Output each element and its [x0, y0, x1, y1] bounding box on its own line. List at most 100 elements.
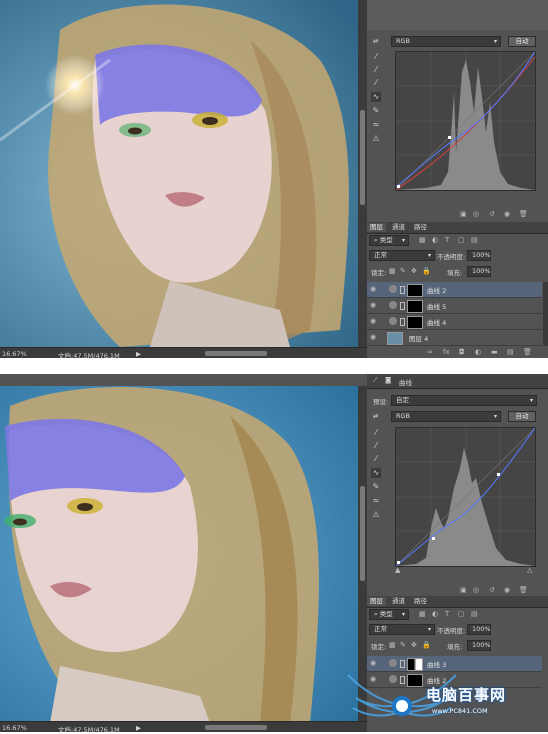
sample-white-eyedropper-icon[interactable]: ⁄: [371, 78, 381, 88]
layers-scrollbar[interactable]: [543, 282, 548, 346]
delete-icon[interactable]: 🗑: [519, 586, 528, 594]
pixel-filter-icon[interactable]: ▦: [419, 236, 426, 244]
canvas-vertical-scrollbar[interactable]: [358, 0, 367, 347]
status-arrow-icon[interactable]: ▶: [136, 350, 141, 358]
channel-select[interactable]: RGB ▾: [391, 411, 501, 422]
zoom-level[interactable]: 16.67%: [2, 724, 27, 732]
blend-mode-select[interactable]: 正常 ▾: [369, 624, 435, 635]
layer-mask-thumbnail[interactable]: [407, 316, 423, 329]
add-mask-icon[interactable]: ◘: [459, 348, 465, 356]
pixel-filter-icon[interactable]: ▦: [419, 610, 426, 618]
layer-row[interactable]: ◉ 图层 4: [367, 330, 542, 346]
white-point-slider-icon[interactable]: △: [527, 566, 532, 574]
layer-mask-thumbnail[interactable]: [407, 300, 423, 313]
sample-black-eyedropper-icon[interactable]: ⁄: [371, 428, 381, 438]
smooth-icon[interactable]: ≈: [371, 496, 381, 506]
black-point-slider-icon[interactable]: ▲: [395, 566, 400, 574]
document-canvas-top[interactable]: [0, 0, 358, 347]
lock-transparent-icon[interactable]: ▦: [389, 267, 396, 275]
opacity-input[interactable]: 100%: [467, 250, 491, 261]
delete-icon[interactable]: 🗑: [519, 210, 528, 218]
sample-white-eyedropper-icon[interactable]: ⁄: [371, 454, 381, 464]
adjustment-filter-icon[interactable]: ◐: [432, 236, 438, 244]
sample-gray-eyedropper-icon[interactable]: ⁄: [371, 65, 381, 75]
new-adjustment-icon[interactable]: ◐: [475, 348, 481, 356]
layer-filter-select[interactable]: ⌕ 类型 ▾: [369, 609, 409, 620]
layer-style-icon[interactable]: fx: [443, 348, 450, 356]
visibility-icon[interactable]: ◉: [504, 586, 510, 594]
zoom-level[interactable]: 16.67%: [2, 350, 27, 358]
layer-thumbnail[interactable]: [387, 332, 403, 345]
lock-all-icon[interactable]: 🔒: [422, 641, 431, 649]
lock-paint-icon[interactable]: ✎: [400, 641, 406, 649]
eye-icon[interactable]: ◉: [370, 317, 378, 325]
layer-row[interactable]: ◉ 曲线 4: [367, 314, 542, 330]
type-filter-icon[interactable]: T: [445, 236, 449, 244]
tab-channels[interactable]: 通道: [389, 597, 408, 606]
lock-all-icon[interactable]: 🔒: [422, 267, 431, 275]
status-arrow-icon[interactable]: ▶: [136, 724, 141, 732]
delete-layer-icon[interactable]: 🗑: [523, 348, 532, 356]
layer-filter-select[interactable]: ⌕ 类型 ▾: [369, 235, 409, 246]
eye-icon[interactable]: ◉: [370, 285, 378, 293]
reset-icon[interactable]: ↺: [489, 586, 495, 594]
layer-name[interactable]: 图层 4: [409, 333, 428, 343]
lock-paint-icon[interactable]: ✎: [400, 267, 406, 275]
eye-icon[interactable]: ◉: [370, 333, 378, 341]
eye-icon[interactable]: ◉: [370, 301, 378, 309]
layer-name[interactable]: 曲线 4: [427, 317, 446, 327]
preset-select[interactable]: 自定 ▾: [391, 395, 537, 406]
new-layer-icon[interactable]: ▤: [507, 348, 514, 356]
shape-filter-icon[interactable]: ▢: [458, 236, 465, 244]
canvas-horizontal-scrollbar[interactable]: [205, 351, 267, 356]
curve-edit-icon[interactable]: ∿: [371, 92, 381, 102]
tab-paths[interactable]: 路径: [411, 223, 430, 232]
smooth-icon[interactable]: ≈: [371, 120, 381, 130]
tab-paths[interactable]: 路径: [411, 597, 430, 606]
reset-icon[interactable]: ↺: [489, 210, 495, 218]
type-filter-icon[interactable]: T: [445, 610, 449, 618]
curves-graph[interactable]: [395, 51, 536, 191]
new-group-icon[interactable]: ▬: [491, 348, 498, 356]
pencil-icon[interactable]: ✎: [371, 482, 381, 492]
tab-layers[interactable]: 图层: [367, 597, 386, 606]
smart-filter-icon[interactable]: ▤: [471, 610, 478, 618]
sample-black-eyedropper-icon[interactable]: ⁄: [371, 52, 381, 62]
view-previous-icon[interactable]: ◎: [473, 586, 479, 594]
watermark-logo: 电脑百事网 www.PC841.COM: [338, 650, 548, 732]
visibility-icon[interactable]: ◉: [504, 210, 510, 218]
lock-transparent-icon[interactable]: ▦: [389, 641, 396, 649]
fill-input[interactable]: 100%: [467, 266, 491, 277]
layer-mask-thumbnail[interactable]: [407, 284, 423, 297]
layer-row[interactable]: ◉ 曲线 2: [367, 282, 542, 298]
document-canvas-bottom[interactable]: [0, 386, 358, 723]
clip-to-layer-icon[interactable]: ▣: [460, 586, 467, 594]
curve-edit-icon[interactable]: ∿: [371, 468, 381, 478]
clipping-warning-icon[interactable]: ⚠: [371, 510, 381, 520]
tab-channels[interactable]: 通道: [389, 223, 408, 232]
clipping-warning-icon[interactable]: ⚠: [371, 134, 381, 144]
adjustment-filter-icon[interactable]: ◐: [432, 610, 438, 618]
smart-filter-icon[interactable]: ▤: [471, 236, 478, 244]
layer-row[interactable]: ◉ 曲线 5: [367, 298, 542, 314]
view-previous-icon[interactable]: ◎: [473, 210, 479, 218]
channel-select[interactable]: RGB ▾: [391, 36, 501, 47]
opacity-input[interactable]: 100%: [467, 624, 491, 635]
sample-gray-eyedropper-icon[interactable]: ⁄: [371, 441, 381, 451]
shape-filter-icon[interactable]: ▢: [458, 610, 465, 618]
curves-graph[interactable]: [395, 427, 536, 567]
auto-button[interactable]: 自动: [508, 411, 536, 422]
tab-layers[interactable]: 图层: [367, 223, 386, 232]
layer-name[interactable]: 曲线 5: [427, 301, 446, 311]
lock-move-icon[interactable]: ✥: [411, 641, 417, 649]
clip-to-layer-icon[interactable]: ▣: [460, 210, 467, 218]
canvas-horizontal-scrollbar[interactable]: [205, 725, 267, 730]
link-layers-icon[interactable]: ∞: [427, 348, 433, 356]
mask-icon[interactable]: ◙: [385, 376, 391, 384]
auto-button[interactable]: 自动: [508, 36, 536, 47]
pencil-icon[interactable]: ✎: [371, 106, 381, 116]
curve-slider-row[interactable]: ▲ △: [395, 566, 534, 576]
lock-move-icon[interactable]: ✥: [411, 267, 417, 275]
blend-mode-select[interactable]: 正常 ▾: [369, 250, 435, 261]
layer-name[interactable]: 曲线 2: [427, 285, 446, 295]
